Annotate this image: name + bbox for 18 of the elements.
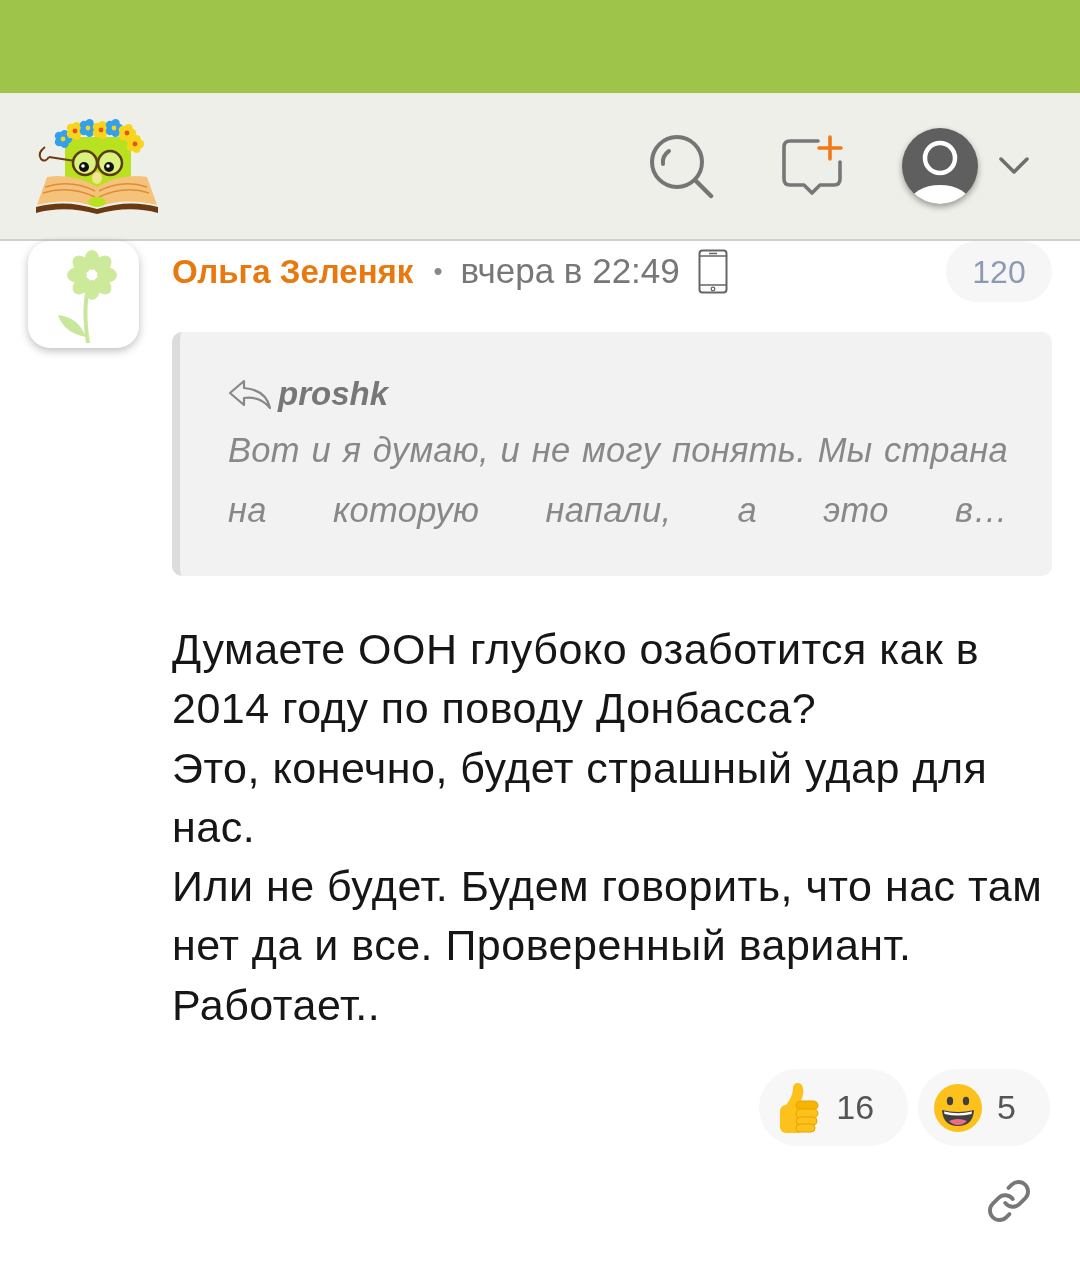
chevron-down-icon[interactable] xyxy=(998,156,1030,176)
mobile-phone-icon xyxy=(697,249,728,294)
comment-text: Думаете ООН глубоко озаботится как в 2014 году по поводу Донбасса? Это, конечно, будет страшный удар для нас. Или не будет. Будем говорить, что нас там нет да и все. Проверенный вариант. Работает.. xyxy=(172,624,1044,1031)
comment-time: вчера в 22:49 xyxy=(460,250,680,293)
quote-author: proshk xyxy=(278,374,389,415)
rating-badge: 120 xyxy=(946,241,1052,302)
quote-text: Вот и я думаю, и не могу понять. Мы страна на которую напали, а это в… xyxy=(228,430,1008,531)
user-avatar-icon[interactable] xyxy=(901,127,979,205)
quote-block[interactable]: proshk Вот и я думаю, и не могу понять. Мы страна на которую напали, а это в… xyxy=(172,332,1052,576)
grinning-face-icon xyxy=(933,1082,984,1133)
logo-icon[interactable] xyxy=(35,117,159,215)
reaction-button[interactable]: 16 xyxy=(759,1069,909,1147)
search-icon[interactable] xyxy=(648,133,714,199)
new-message-icon[interactable] xyxy=(780,135,844,197)
link-icon[interactable] xyxy=(986,1178,1032,1225)
reply-arrow-icon xyxy=(228,378,272,410)
separator-dot: • xyxy=(433,255,443,288)
reaction-button[interactable]: 5 xyxy=(918,1069,1050,1147)
